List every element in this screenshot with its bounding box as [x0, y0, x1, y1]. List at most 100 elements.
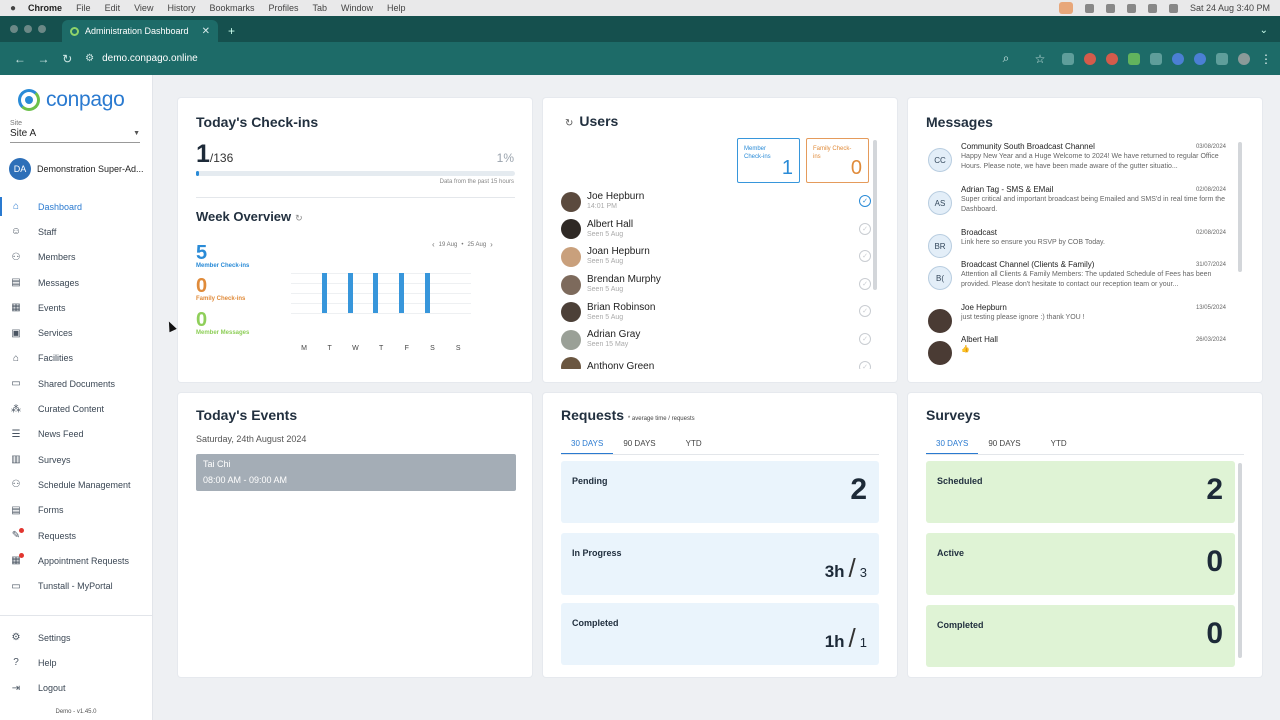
tab-90-days[interactable]: 90 DAYS: [978, 437, 1030, 455]
refresh-icon[interactable]: ↻: [295, 213, 303, 223]
family-checkins-pill[interactable]: Family Check-ins 0: [806, 138, 869, 183]
forward-icon[interactable]: →: [32, 52, 56, 66]
message-item[interactable]: Joe Hepburn just testing please ignore :)…: [928, 303, 1228, 335]
user-row[interactable]: Joe Hepburn 14:01 PM ✓: [561, 188, 871, 216]
tab-30-days[interactable]: 30 DAYS: [926, 437, 979, 455]
sidebar-item-events[interactable]: ▦ Events: [0, 295, 152, 320]
zoom-icon[interactable]: ⌕: [994, 51, 1018, 66]
sidebar-item-forms[interactable]: ▤ Forms: [0, 498, 152, 523]
sidebar-item-services[interactable]: ▣ Services: [0, 320, 152, 345]
menu-history[interactable]: History: [167, 3, 195, 13]
sidebar-item-logout[interactable]: ⇥ Logout: [0, 676, 152, 701]
user-row[interactable]: Albert Hall Seen 5 Aug ✓: [561, 216, 871, 244]
site-info-icon[interactable]: ⚙: [85, 53, 94, 64]
apple-icon[interactable]: ●: [10, 3, 16, 14]
menu-file[interactable]: File: [76, 3, 91, 13]
current-user[interactable]: DA Demonstration Super-Ad...: [0, 143, 152, 183]
sidebar-item-requests[interactable]: ✎ Requests: [0, 523, 152, 548]
sidebar-item-dashboard[interactable]: ⌂ Dashboard: [0, 194, 152, 219]
in-progress-requests-box[interactable]: In Progress 3h/3: [561, 533, 879, 595]
check-in-icon[interactable]: ✓: [859, 195, 871, 207]
user-row[interactable]: Anthony Green ✓: [561, 354, 871, 369]
sidebar-item-curated-content[interactable]: ⁂ Curated Content: [0, 396, 152, 421]
extension-icon[interactable]: [1106, 52, 1118, 65]
close-tab-icon[interactable]: ✕: [202, 26, 210, 37]
menu-tab[interactable]: Tab: [313, 3, 328, 13]
user-row[interactable]: Adrian Gray Seen 15 May ✓: [561, 326, 871, 354]
check-in-icon[interactable]: ✓: [859, 360, 871, 369]
close-window-button[interactable]: [10, 25, 18, 33]
extension-icon[interactable]: [1062, 52, 1074, 65]
bluetooth-icon[interactable]: [1105, 3, 1115, 13]
tab-ytd[interactable]: YTD: [1031, 437, 1077, 455]
extension-icon[interactable]: [1172, 52, 1184, 65]
sidebar-item-news-feed[interactable]: ☰ News Feed: [0, 422, 152, 447]
clock[interactable]: Sat 24 Aug 3:40 PM: [1190, 3, 1270, 13]
check-in-icon[interactable]: ✓: [859, 250, 871, 263]
menu-bookmarks[interactable]: Bookmarks: [209, 3, 254, 13]
completed-requests-box[interactable]: Completed 1h/1: [561, 603, 879, 665]
pending-requests-box[interactable]: Pending 2: [561, 461, 879, 523]
address-bar[interactable]: ⚙ demo.conpago.online: [85, 53, 994, 64]
site-select[interactable]: Site A ▼: [10, 128, 140, 143]
extension-icon[interactable]: [1194, 52, 1206, 65]
menu-view[interactable]: View: [134, 3, 153, 13]
tab-search-icon[interactable]: ⌄: [1260, 25, 1268, 36]
extension-icon[interactable]: [1128, 52, 1140, 65]
menu-edit[interactable]: Edit: [105, 3, 121, 13]
bookmark-star-icon[interactable]: ☆: [1028, 52, 1052, 66]
reload-icon[interactable]: ↻: [55, 52, 79, 66]
conpago-logo[interactable]: conpago: [0, 75, 152, 115]
scrollbar[interactable]: [1238, 142, 1242, 272]
event-item[interactable]: Tai Chi 08:00 AM - 09:00 AM: [196, 454, 516, 491]
minimize-window-button[interactable]: [24, 25, 32, 33]
profile-avatar-icon[interactable]: [1238, 52, 1250, 65]
tab-30-days[interactable]: 30 DAYS: [561, 437, 614, 455]
menu-window[interactable]: Window: [341, 3, 373, 13]
sidebar-item-facilities[interactable]: ⌂ Facilities: [0, 346, 152, 371]
next-week-icon[interactable]: ›: [490, 240, 493, 249]
message-item[interactable]: AS Adrian Tag - SMS & EMail Super critical…: [928, 185, 1228, 228]
previous-week-icon[interactable]: ‹: [432, 240, 435, 249]
active-surveys-box[interactable]: Active 0: [926, 533, 1235, 595]
sidebar-item-tunstall-myportal[interactable]: ▭ Tunstall - MyPortal: [0, 573, 152, 598]
menu-profiles[interactable]: Profiles: [268, 3, 298, 13]
tab-90-days[interactable]: 90 DAYS: [613, 437, 665, 455]
extension-icon[interactable]: [1150, 52, 1162, 65]
sidebar-item-help[interactable]: ? Help: [0, 650, 152, 675]
check-in-icon[interactable]: ✓: [859, 305, 871, 318]
more-menu-icon[interactable]: ⋮: [1260, 52, 1272, 66]
recording-icon[interactable]: [1058, 2, 1073, 14]
member-checkins-pill[interactable]: Member Check-ins 1: [737, 138, 800, 183]
scheduled-surveys-box[interactable]: Scheduled 2: [926, 461, 1235, 523]
completed-surveys-box[interactable]: Completed 0: [926, 605, 1235, 667]
user-row[interactable]: Brendan Murphy Seen 5 Aug ✓: [561, 271, 871, 299]
check-in-icon[interactable]: ✓: [859, 332, 871, 345]
user-row[interactable]: Joan Hepburn Seen 5 Aug ✓: [561, 243, 871, 271]
sidebar-item-schedule-management[interactable]: ⚇ Schedule Management: [0, 472, 152, 497]
maximize-window-button[interactable]: [38, 25, 46, 33]
back-icon[interactable]: ←: [8, 52, 32, 66]
new-tab-icon[interactable]: +: [228, 24, 235, 38]
menu-app-name[interactable]: Chrome: [28, 3, 62, 13]
scrollbar[interactable]: [873, 140, 877, 290]
refresh-icon[interactable]: ↻: [565, 118, 573, 129]
message-item[interactable]: B(Broadcast Channel (Clients & Family) At…: [928, 260, 1228, 303]
sidebar-item-appointment-requests[interactable]: ▦ Appointment Requests: [0, 548, 152, 573]
sidebar-item-surveys[interactable]: ▥ Surveys: [0, 447, 152, 472]
search-icon[interactable]: [1147, 3, 1157, 13]
check-in-icon[interactable]: ✓: [859, 277, 871, 290]
extensions-puzzle-icon[interactable]: [1216, 52, 1228, 65]
microphone-icon[interactable]: [1084, 3, 1094, 13]
message-item[interactable]: CC Community South Broadcast Channel Happy…: [928, 142, 1228, 185]
message-item[interactable]: BR Broadcast Link here so ensure you RSVP …: [928, 228, 1228, 260]
wifi-icon[interactable]: [1126, 3, 1136, 13]
user-row[interactable]: Brian Robinson Seen 5 Aug ✓: [561, 298, 871, 326]
tab-ytd[interactable]: YTD: [666, 437, 712, 455]
scrollbar[interactable]: [1238, 463, 1242, 658]
sidebar-item-staff[interactable]: ☺ Staff: [0, 219, 152, 244]
sidebar-item-settings[interactable]: ⚙ Settings: [0, 625, 152, 650]
sidebar-item-messages[interactable]: ▤ Messages: [0, 270, 152, 295]
extension-icon[interactable]: [1084, 52, 1096, 65]
sidebar-item-shared-documents[interactable]: ▭ Shared Documents: [0, 371, 152, 396]
